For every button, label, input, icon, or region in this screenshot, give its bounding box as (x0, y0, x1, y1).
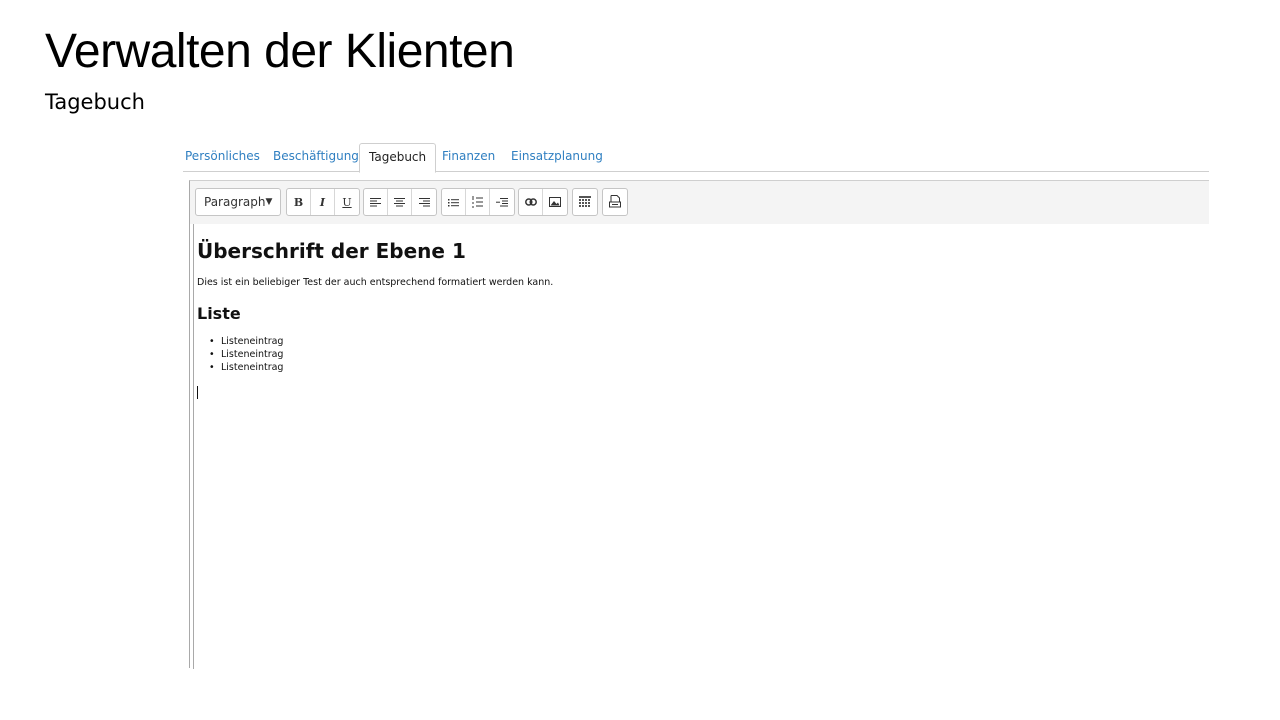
image-button[interactable] (543, 189, 567, 215)
rich-text-editor: Paragraph ▼ B I U Überschrift der Ebene … (189, 180, 1209, 669)
list-item: Listeneintrag (209, 335, 1197, 348)
text-style-group: B I U (286, 188, 360, 216)
table-icon (579, 196, 591, 207)
insert-group (518, 188, 568, 216)
list-group (441, 188, 515, 216)
numbered-list-button[interactable] (466, 189, 490, 215)
outdent-button[interactable] (490, 189, 514, 215)
document-heading-1: Überschrift der Ebene 1 (197, 239, 466, 263)
tab-bar: Persönliches Beschäftigung Tagebuch Fina… (183, 140, 1209, 173)
format-select-value: Paragraph (204, 195, 266, 209)
format-select[interactable]: Paragraph ▼ (195, 188, 281, 216)
list-item: Listeneintrag (209, 348, 1197, 361)
slide-title: Verwalten der Klienten (45, 25, 515, 78)
table-button[interactable] (573, 189, 597, 215)
bold-icon: B (293, 195, 304, 209)
align-left-icon (370, 197, 381, 206)
bold-button[interactable]: B (287, 189, 311, 215)
italic-button[interactable]: I (311, 189, 335, 215)
outdent-icon (496, 197, 508, 206)
align-center-button[interactable] (388, 189, 412, 215)
link-button[interactable] (519, 189, 543, 215)
tab-beschaeftigung[interactable]: Beschäftigung (273, 143, 359, 172)
print-icon (609, 195, 621, 208)
underline-button[interactable]: U (335, 189, 359, 215)
editor-toolbar: Paragraph ▼ B I U (190, 181, 1209, 224)
list-item: Listeneintrag (209, 361, 1197, 374)
slide-subtitle: Tagebuch (45, 90, 145, 114)
chevron-down-icon: ▼ (265, 197, 273, 207)
document-heading-2: Liste (197, 304, 241, 323)
image-icon (549, 197, 561, 207)
tab-einsatzplanung[interactable]: Einsatzplanung (511, 143, 603, 172)
print-button[interactable] (603, 189, 627, 215)
underline-icon: U (342, 195, 352, 209)
bullet-list-button[interactable] (442, 189, 466, 215)
client-editor-screenshot: Persönliches Beschäftigung Tagebuch Fina… (183, 140, 1209, 669)
document-paragraph: Dies ist ein beliebiger Test der auch en… (197, 277, 554, 288)
italic-icon: I (319, 195, 326, 209)
bullet-list-icon (448, 198, 459, 206)
tab-persoenliches[interactable]: Persönliches (185, 143, 260, 172)
print-group (602, 188, 628, 216)
align-center-icon (394, 197, 405, 206)
editor-gutter (193, 224, 194, 669)
tab-finanzen[interactable]: Finanzen (442, 143, 495, 172)
align-left-button[interactable] (364, 189, 388, 215)
link-icon (524, 198, 537, 206)
tab-tagebuch[interactable]: Tagebuch (359, 143, 437, 173)
text-cursor (197, 386, 198, 399)
document-bullet-list: Listeneintrag Listeneintrag Listeneintra… (209, 335, 1197, 374)
align-right-icon (418, 197, 430, 206)
align-right-button[interactable] (412, 189, 436, 215)
editor-content[interactable]: Überschrift der Ebene 1 Dies ist ein bel… (197, 239, 1197, 399)
alignment-group (363, 188, 437, 216)
table-group (572, 188, 598, 216)
numbered-list-icon (472, 196, 483, 208)
